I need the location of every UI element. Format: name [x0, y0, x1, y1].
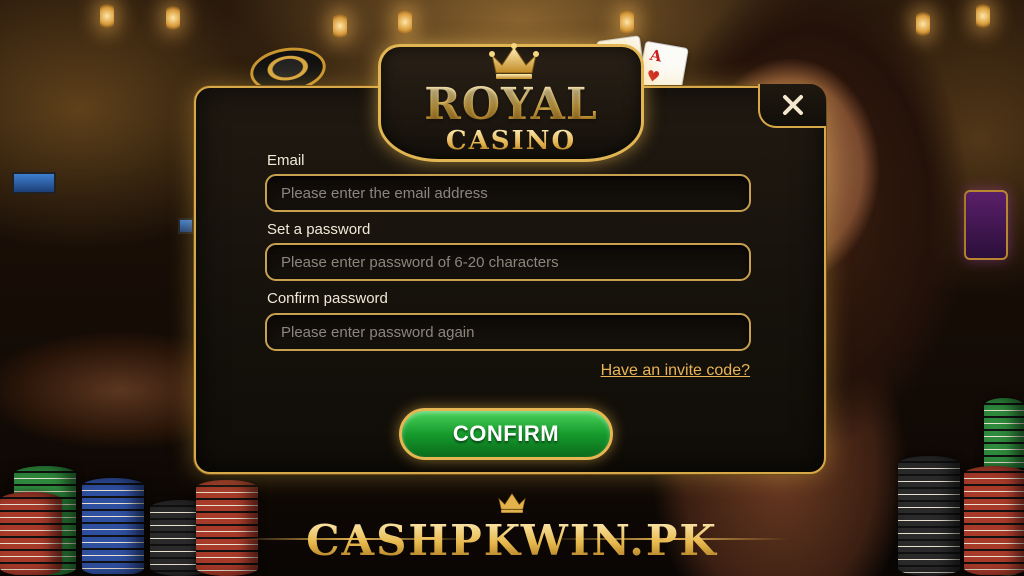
- confirm-password-field[interactable]: [267, 315, 749, 349]
- wall-screen: [178, 218, 194, 234]
- crown-icon: [498, 493, 526, 513]
- card-rank: A: [648, 45, 664, 66]
- crown-icon: [489, 43, 539, 79]
- close-icon: [783, 95, 803, 115]
- wall-screen: [12, 172, 56, 194]
- card-suit: ♥: [644, 66, 662, 87]
- invite-code-link[interactable]: Have an invite code?: [601, 362, 750, 380]
- ceiling-lamp: [333, 14, 347, 38]
- close-button[interactable]: [758, 84, 826, 128]
- confirm-password-label: Confirm password: [267, 290, 388, 307]
- ceiling-lamp: [398, 10, 412, 34]
- password-field-frame: [265, 243, 751, 281]
- logo-royal-text: ROYAL: [381, 83, 641, 127]
- email-field-frame: [265, 174, 751, 212]
- email-label: Email: [267, 152, 305, 169]
- royal-casino-logo: ROYAL CASINO: [378, 43, 644, 162]
- ceiling-lamp: [100, 4, 114, 28]
- logo-casino-text: CASINO: [381, 127, 641, 155]
- ceiling-lamp: [166, 6, 180, 30]
- footer-brand-text: CASHPKWIN.PK: [0, 516, 1024, 565]
- password-field[interactable]: [267, 245, 749, 279]
- confirm-button[interactable]: CONFIRM: [399, 408, 613, 460]
- password-label: Set a password: [267, 221, 371, 238]
- confirm-password-field-frame: [265, 313, 751, 351]
- email-field[interactable]: [267, 176, 749, 210]
- ceiling-lamp: [620, 10, 634, 34]
